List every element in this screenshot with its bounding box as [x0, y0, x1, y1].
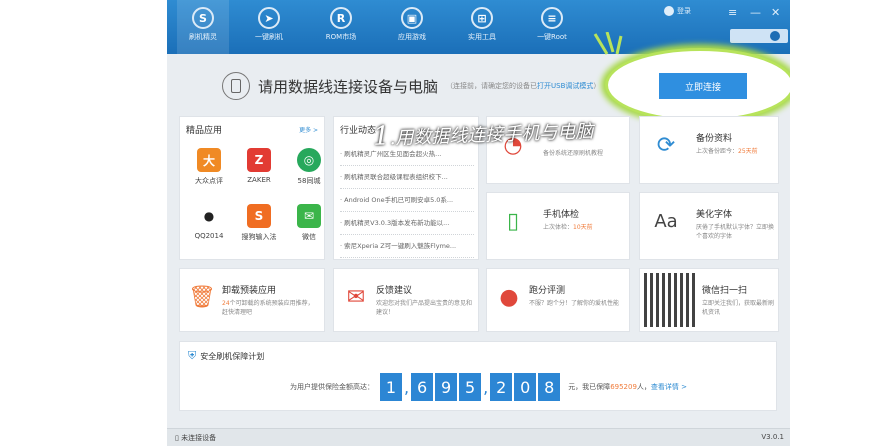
mail-icon: ✉ [346, 284, 366, 310]
tile-title: 备份资料 [696, 134, 733, 144]
sogou-icon: S [247, 204, 271, 228]
digit: 8 [538, 373, 561, 401]
cursor-icon: ➤ [258, 7, 280, 29]
tile-desc: 上次备份距今：25天前 [696, 148, 758, 155]
root-icon: ≡ [541, 7, 563, 29]
nav-label: 一键刷机 [255, 33, 283, 41]
app-item-dianping[interactable]: 大 大众点评 [184, 145, 234, 201]
nav-label: 实用工具 [468, 33, 496, 41]
tools-icon: ⊞ [471, 7, 493, 29]
digit: 0 [514, 373, 537, 401]
news-item[interactable]: · 刷机精灵联合超级课程表组织校下... [340, 166, 474, 189]
tile-fonts[interactable]: Aa 美化字体 厌倦了手机默认字体？立即换个喜欢的字体 [639, 192, 779, 260]
58-icon: ◎ [297, 148, 321, 172]
zaker-icon: Z [247, 148, 271, 172]
featured-apps-panel: 精品应用 更多 > 大 大众点评 Z ZAKER ◎ 58同城 ● QQ2014… [179, 116, 325, 260]
protection-plan-panel: ⛨ 安全刷机保障计划 为用户提供保险金额高达： 1 , 6 9 5 , 2 0 … [179, 341, 777, 411]
protection-title-row: ⛨ 安全刷机保障计划 [188, 349, 265, 362]
nav-label: 一键Root [537, 33, 567, 41]
tile-title: 手机体检 [543, 210, 580, 220]
highlight-rays-icon [593, 32, 623, 55]
nav-flash[interactable]: ➤ 一键刷机 [243, 0, 295, 54]
usb-debug-link[interactable]: 打开USB调试模式 [537, 82, 593, 90]
tile-title: 反馈建议 [376, 286, 413, 296]
tile-title: 美化字体 [696, 210, 733, 220]
app-window: S 刷机精灵 ➤ 一键刷机 R ROM市场 ▣ 应用游戏 ⊞ 实用工具 ≡ 一键… [167, 0, 790, 446]
phone-check-icon: ▯ [506, 208, 520, 234]
news-item[interactable]: · 索尼Xperia Z可一键刷入魅族Flyme... [340, 235, 474, 258]
connect-prompt: 请用数据线连接设备与电脑 （连接前，请确定您的设备已打开USB调试模式） [222, 72, 600, 100]
nav-label: 刷机精灵 [189, 33, 217, 41]
r-icon: R [330, 7, 352, 29]
digit: 1 [380, 373, 402, 401]
apps-icon: ▣ [401, 7, 423, 29]
tile-desc: 欢迎您对我们产品提出宝贵的意见和建议！ [376, 300, 473, 316]
tile-desc: 备份系统还原刷机教程 [543, 150, 604, 157]
nav-label: 应用游戏 [398, 33, 426, 41]
tile-phone-check[interactable]: ▯ 手机体检 上次体检：10天前 [486, 192, 630, 260]
login-label: 登录 [677, 7, 691, 15]
skin-toggle[interactable] [730, 29, 788, 43]
qr-code-icon [644, 273, 696, 327]
insurance-amount-row: 为用户提供保险金额高达： 1 , 6 9 5 , 2 0 8 元，我已保障 69… [290, 373, 687, 401]
nav-label: ROM市场 [325, 33, 357, 41]
close-icon[interactable]: ✕ [771, 6, 780, 19]
news-item[interactable]: · 刷机精灵V3.0.3版本发布新功能以... [340, 212, 474, 235]
version-label: V3.0.1 [761, 433, 784, 441]
device-status: ▯ 未连接设备 [175, 434, 217, 442]
connect-now-button[interactable]: 立即连接 [659, 73, 747, 99]
connect-title: 请用数据线连接设备与电脑 [258, 77, 439, 96]
login-button[interactable]: 登录 [664, 6, 691, 16]
tile-backup-data[interactable]: ⟳ 备份资料 上次备份距今：25天前 [639, 116, 779, 184]
tile-benchmark[interactable]: ● 跑分评测 不服？跑个分！了解你的爱机性能 [486, 268, 630, 332]
shield-check-icon: ⛨ [188, 349, 197, 362]
app-item-58[interactable]: ◎ 58同城 [284, 145, 334, 201]
tile-desc: 上次体检：10天前 [543, 224, 593, 231]
qq-icon: ● [197, 204, 221, 228]
menu-icon[interactable]: ≡ [728, 6, 737, 19]
tile-desc: 立即关注我们，获取最新刷机资讯 [702, 300, 775, 316]
avatar-icon [664, 6, 674, 16]
tile-desc: 24个可卸载的系统预装应用推荐，赶快清理吧 [222, 300, 314, 316]
digit: 5 [459, 373, 482, 401]
wechat-icon: ✉ [297, 204, 321, 228]
more-link[interactable]: 更多 > [299, 125, 318, 134]
app-item-sogou[interactable]: S 搜狗输入法 [234, 201, 284, 257]
font-icon: Aa [654, 210, 678, 232]
view-details-link[interactable]: 查看详情 > [651, 382, 687, 392]
sync-icon: ⟳ [656, 132, 676, 158]
top-nav-bar: S 刷机精灵 ➤ 一键刷机 R ROM市场 ▣ 应用游戏 ⊞ 实用工具 ≡ 一键… [167, 0, 790, 54]
tile-desc: 不服？跑个分！了解你的爱机性能 [529, 300, 620, 307]
nav-tools[interactable]: ⊞ 实用工具 [456, 0, 508, 54]
nav-home[interactable]: S 刷机精灵 [177, 0, 229, 54]
dianping-icon: 大 [197, 148, 221, 172]
digit: 9 [435, 373, 458, 401]
minimize-icon[interactable]: — [750, 6, 761, 19]
status-bar: ▯ 未连接设备 V3.0.1 [167, 428, 790, 446]
nav-apps-games[interactable]: ▣ 应用游戏 [386, 0, 438, 54]
trash-icon: 🗑 [188, 284, 216, 310]
digit: 6 [411, 373, 434, 401]
digit: 2 [490, 373, 513, 401]
tile-title: 跑分评测 [529, 286, 566, 296]
connect-hint: （连接前，请确定您的设备已打开USB调试模式） [446, 82, 601, 90]
tile-feedback[interactable]: ✉ 反馈建议 欢迎您对我们产品提出宝贵的意见和建议！ [333, 268, 479, 332]
app-item-zaker[interactable]: Z ZAKER [234, 145, 284, 201]
phone-icon [222, 72, 250, 100]
nav-rom-market[interactable]: R ROM市场 [315, 0, 367, 54]
app-item-wechat[interactable]: ✉ 微信 [284, 201, 334, 257]
news-item[interactable]: · Android One手机已可刷安卓5.0系... [340, 189, 474, 212]
nav-root[interactable]: ≡ 一键Root [526, 0, 578, 54]
tile-title: 微信扫一扫 [702, 286, 748, 296]
tile-wechat-scan[interactable]: 微信扫一扫 立即关注我们，获取最新刷机资讯 [639, 268, 779, 332]
tile-uninstall[interactable]: 🗑 卸载预装应用 24个可卸载的系统预装应用推荐，赶快清理吧 [179, 268, 325, 332]
shield-icon: S [192, 7, 214, 29]
app-item-qq[interactable]: ● QQ2014 [184, 201, 234, 257]
tile-desc: 厌倦了手机默认字体？立即换个喜欢的字体 [696, 224, 775, 240]
tile-title: 卸载预装应用 [222, 286, 277, 296]
benchmark-icon: ● [499, 284, 519, 310]
toggle-knob-icon [770, 31, 780, 41]
